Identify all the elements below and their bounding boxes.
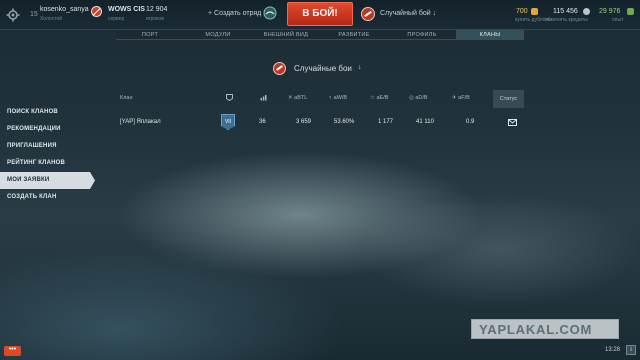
watermark: YAPLAKAL.COM [471,319,619,339]
sidebar-item-my-applications[interactable]: МОИ ЗАЯВКИ [0,172,95,189]
table-header: Клан ✕ aBTL ♆ aW/B ☆ aE/B ◎ aD/B ✈ aF/B … [116,90,524,108]
free-xp-icon [627,8,634,15]
chevron-down-icon: ↓ [432,10,437,17]
crossed-swords-icon: ✕ [288,95,293,101]
col-aeb-label: aE/B [376,95,389,101]
col-awb[interactable]: ♆ aW/B [328,95,347,101]
trophy-icon: ♆ [328,95,333,101]
battles-icon[interactable] [260,94,267,101]
aeb-value: 1 177 [378,119,394,125]
top-bar: 15 kosenko_sanya Холостой WOWS CIS серве… [0,0,640,30]
page-title[interactable]: Случайные бои [294,64,352,73]
col-afb-label: aF/B [458,95,470,101]
sidebar-item-invitations[interactable]: ПРИГЛАШЕНИЯ [0,138,95,155]
battle-mode-selector[interactable]: Случайный бой ↓ [380,10,436,17]
chevron-down-icon[interactable]: ↓ [358,64,362,71]
clan-name[interactable]: [YAP] Яплакал [120,119,161,125]
chat-button[interactable]: ••• [4,346,21,356]
create-squad-button[interactable]: + Создать отряд [208,10,261,17]
no-clan-icon [91,6,102,17]
sidebar-item-clan-search[interactable]: ПОИСК КЛАНОВ [0,104,95,121]
tier-icon[interactable] [226,94,233,101]
squad-plus-icon: + [208,10,213,17]
col-aeb[interactable]: ☆ aE/B [370,95,388,101]
battles-value: 36 [259,119,266,125]
damage-icon: ◎ [409,95,414,101]
awb-value: 53.60% [334,119,355,125]
tab-port[interactable]: ПОРТ [116,30,184,39]
col-clan[interactable]: Клан [120,95,133,101]
tab-clans[interactable]: КЛАНЫ [456,30,524,39]
random-battles-icon [273,62,286,75]
online-count: 12 904 [146,6,168,13]
online-caption: игроков [146,16,164,22]
battle-mode-label: Случайный бой [380,10,431,17]
adb-value: 41 110 [416,119,434,125]
doubloons-icon [531,8,538,15]
info-button[interactable]: i [626,345,636,355]
star-icon: ☆ [370,95,375,101]
account-level: 15 [30,11,38,18]
server-name: WOWS CIS [108,6,145,13]
tab-appearance[interactable]: ВНЕШНИЙ ВИД [252,30,320,39]
free-xp-amount: 29 976 [599,8,621,15]
tab-development[interactable]: РАЗВИТИЕ [320,30,388,39]
abtl-value: 3 659 [296,119,312,125]
main-tabs: ПОРТ МОДУЛИ ВНЕШНИЙ ВИД РАЗВИТИЕ ПРОФИЛЬ… [116,30,524,40]
free-xp-caption: опыт [612,17,624,23]
server-caption: сервер [108,16,125,22]
user-status: Холостой [40,16,63,22]
table-row[interactable]: [YAP] Яплакал VII 36 3 659 53.60% 1 177 … [116,114,524,132]
col-abtl-label: aBTL [294,95,308,101]
tab-modules[interactable]: МОДУЛИ [184,30,252,39]
clans-sidebar: ПОИСК КЛАНОВ РЕКОМЕНДАЦИИ ПРИГЛАШЕНИЯ РЕ… [0,104,95,206]
col-adb-label: aD/B [415,95,428,101]
settings-gear-icon[interactable] [6,8,20,22]
watermark-text: YAPLAKAL.COM [479,322,593,337]
col-abtl[interactable]: ✕ aBTL [288,95,307,101]
squad-icon[interactable] [263,6,277,20]
col-afb[interactable]: ✈ aF/B [452,95,470,101]
battle-button[interactable]: В БОЙ! [287,2,353,26]
col-adb[interactable]: ◎ aD/B [409,95,428,101]
random-battle-icon[interactable] [361,7,375,21]
afb-value: 0.9 [466,119,475,125]
credits-amount: 115 456 [553,8,578,15]
create-squad-label: Создать отряд [214,10,262,17]
username[interactable]: kosenko_sanya [40,6,89,13]
sidebar-item-clan-rating[interactable]: РЕЙТИНГ КЛАНОВ [0,155,95,172]
clock: 13:28 [605,347,621,353]
credits-icon [583,8,590,15]
col-status[interactable]: Статус [493,90,524,108]
doubloons-amount: 700 [516,8,528,15]
col-awb-label: aW/B [333,95,348,101]
plane-icon: ✈ [452,95,457,101]
tab-profile[interactable]: ПРОФИЛЬ [388,30,456,39]
sidebar-item-create-clan[interactable]: СОЗДАТЬ КЛАН [0,189,95,206]
exchange-credits-link[interactable]: обменять кредиты [545,17,588,23]
sidebar-item-recommendations[interactable]: РЕКОМЕНДАЦИИ [0,121,95,138]
tier-badge: VII [221,114,235,130]
mail-icon[interactable] [508,119,517,126]
